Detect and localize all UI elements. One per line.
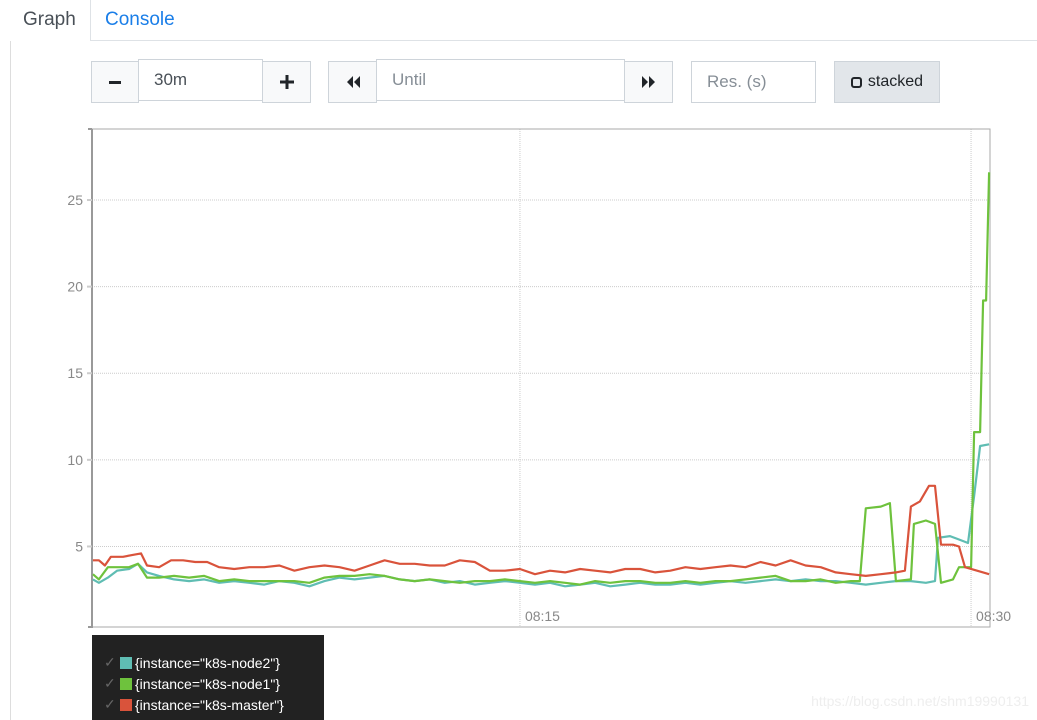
check-icon: ✓ [104,675,116,691]
y-tick-label: 20 [67,279,83,295]
series-line-0 [92,443,990,588]
graph-chart: 5 10 15 20 25 08:15 08:30 [67,128,1011,628]
legend-item-k8s-master[interactable]: ✓ {instance="k8s-master"} [104,694,284,715]
legend-label: {instance="k8s-node1"} [135,675,280,692]
check-icon: ✓ [104,696,116,712]
legend-label: {instance="k8s-master"} [135,696,284,713]
legend-swatch [120,698,132,711]
series-line-2 [92,484,990,577]
y-tick-label: 5 [75,538,83,554]
legend-swatch [120,677,132,690]
series-line-1 [92,172,991,586]
grid-lines [92,129,990,627]
y-tick-label: 25 [67,192,83,208]
check-icon: ✓ [104,654,116,670]
y-tick-label: 10 [67,452,83,468]
series-lines [92,172,991,588]
legend-item-k8s-node1[interactable]: ✓ {instance="k8s-node1"} [104,673,280,694]
watermark: https://blog.csdn.net/shm19990131 [811,693,1029,709]
x-tick-label: 08:15 [525,608,560,624]
y-tick-label: 15 [67,365,83,381]
plot-frame [91,128,991,628]
legend: ✓ {instance="k8s-node2"} ✓ {instance="k8… [92,635,324,720]
axes [87,128,991,628]
legend-item-k8s-node2[interactable]: ✓ {instance="k8s-node2"} [104,652,280,673]
tick-labels: 5 10 15 20 25 08:15 08:30 [67,192,1011,624]
legend-swatch [120,656,132,669]
x-tick-label: 08:30 [976,608,1011,624]
legend-label: {instance="k8s-node2"} [135,654,280,671]
